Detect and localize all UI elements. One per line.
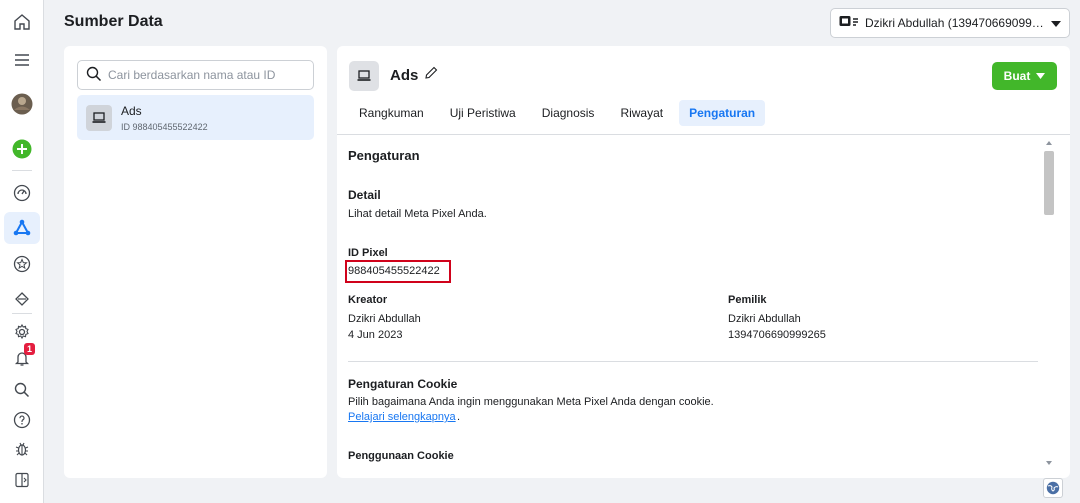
scroll-thumb[interactable] bbox=[1044, 151, 1054, 215]
search-input[interactable] bbox=[108, 68, 305, 82]
pixel-id-label: ID Pixel bbox=[348, 247, 388, 259]
chevron-down-icon bbox=[1051, 16, 1061, 30]
cookie-description: Pilih bagaimana Anda ingin menggunakan M… bbox=[348, 396, 714, 408]
business-apps-icon[interactable] bbox=[10, 287, 34, 311]
source-name: Ads bbox=[121, 104, 142, 118]
notification-badge: 1 bbox=[24, 343, 35, 355]
creator-label: Kreator bbox=[348, 294, 388, 306]
laptop-icon bbox=[86, 105, 112, 131]
cookie-heading: Pengaturan Cookie bbox=[348, 377, 458, 391]
detail-description: Lihat detail Meta Pixel Anda. bbox=[348, 208, 487, 220]
dashboard-gauge-icon[interactable] bbox=[10, 181, 34, 205]
creator-name: Dzikri Abdullah bbox=[348, 313, 421, 325]
avatar[interactable] bbox=[10, 92, 34, 116]
list-item-ads[interactable]: Ads ID 988405455522422 bbox=[77, 95, 314, 140]
rail-divider bbox=[12, 170, 32, 171]
menu-icon[interactable] bbox=[10, 48, 34, 72]
tab-pengaturan[interactable]: Pengaturan bbox=[679, 100, 766, 126]
owner-label: Pemilik bbox=[728, 294, 767, 306]
business-account-icon bbox=[839, 15, 859, 32]
star-icon[interactable] bbox=[10, 252, 34, 276]
help-question-icon[interactable] bbox=[10, 408, 34, 432]
cookie-usage-heading: Penggunaan Cookie bbox=[348, 450, 454, 462]
home-icon[interactable] bbox=[10, 10, 34, 34]
content-scrollbar[interactable] bbox=[1043, 139, 1055, 469]
settings-heading: Pengaturan bbox=[348, 148, 420, 163]
globe-icon bbox=[1046, 481, 1060, 495]
owner-name: Dzikri Abdullah bbox=[728, 313, 801, 325]
tab-bar: Rangkuman Uji Peristiwa Diagnosis Riwaya… bbox=[349, 100, 771, 126]
tab-riwayat[interactable]: Riwayat bbox=[610, 100, 673, 126]
rail-divider bbox=[12, 313, 32, 314]
section-divider bbox=[348, 361, 1038, 362]
bug-icon[interactable] bbox=[10, 437, 34, 461]
creator-date: 4 Jun 2023 bbox=[348, 329, 403, 341]
pencil-edit-icon[interactable] bbox=[424, 66, 438, 83]
laptop-icon bbox=[349, 61, 379, 91]
data-source-detail-panel: Ads Buat Rangkuman Uji Peristiwa Diagnos… bbox=[337, 46, 1070, 478]
left-navigation-rail: 1 bbox=[0, 0, 44, 503]
account-name: Dzikri Abdullah (1394706690999... bbox=[865, 16, 1045, 30]
source-id: ID 988405455522422 bbox=[121, 122, 208, 132]
owner-id: 1394706690999265 bbox=[728, 329, 826, 341]
learn-more-suffix: . bbox=[457, 411, 461, 423]
toggle-panel-icon[interactable] bbox=[10, 468, 34, 492]
search-icon[interactable] bbox=[10, 378, 34, 402]
chevron-down-icon bbox=[1036, 73, 1046, 79]
help-globe-button[interactable] bbox=[1043, 478, 1063, 498]
add-icon[interactable] bbox=[10, 137, 34, 161]
tab-uji-peristiwa[interactable]: Uji Peristiwa bbox=[440, 100, 526, 126]
create-button-label: Buat bbox=[1003, 69, 1031, 83]
tab-rangkuman[interactable]: Rangkuman bbox=[349, 100, 434, 126]
bell-icon[interactable]: 1 bbox=[10, 343, 35, 370]
scroll-down-arrow[interactable] bbox=[1046, 461, 1052, 465]
scroll-up-arrow[interactable] bbox=[1046, 141, 1052, 145]
data-source-title: Ads bbox=[390, 67, 419, 84]
page-title: Sumber Data bbox=[64, 13, 163, 30]
search-icon bbox=[86, 66, 102, 85]
tab-diagnosis[interactable]: Diagnosis bbox=[532, 100, 605, 126]
data-sources-icon[interactable] bbox=[10, 216, 34, 240]
create-button[interactable]: Buat bbox=[992, 62, 1057, 90]
learn-more-link[interactable]: Pelajari selengkapnya bbox=[348, 411, 456, 423]
settings-content: Pengaturan Detail Lihat detail Meta Pixe… bbox=[337, 134, 1070, 478]
account-selector[interactable]: Dzikri Abdullah (1394706690999... bbox=[830, 8, 1070, 38]
search-box[interactable] bbox=[77, 60, 314, 90]
gear-icon[interactable] bbox=[10, 320, 34, 344]
data-sources-list-panel: Ads ID 988405455522422 bbox=[64, 46, 327, 478]
detail-heading: Detail bbox=[348, 188, 381, 202]
pixel-id-value: 988405455522422 bbox=[348, 265, 440, 277]
